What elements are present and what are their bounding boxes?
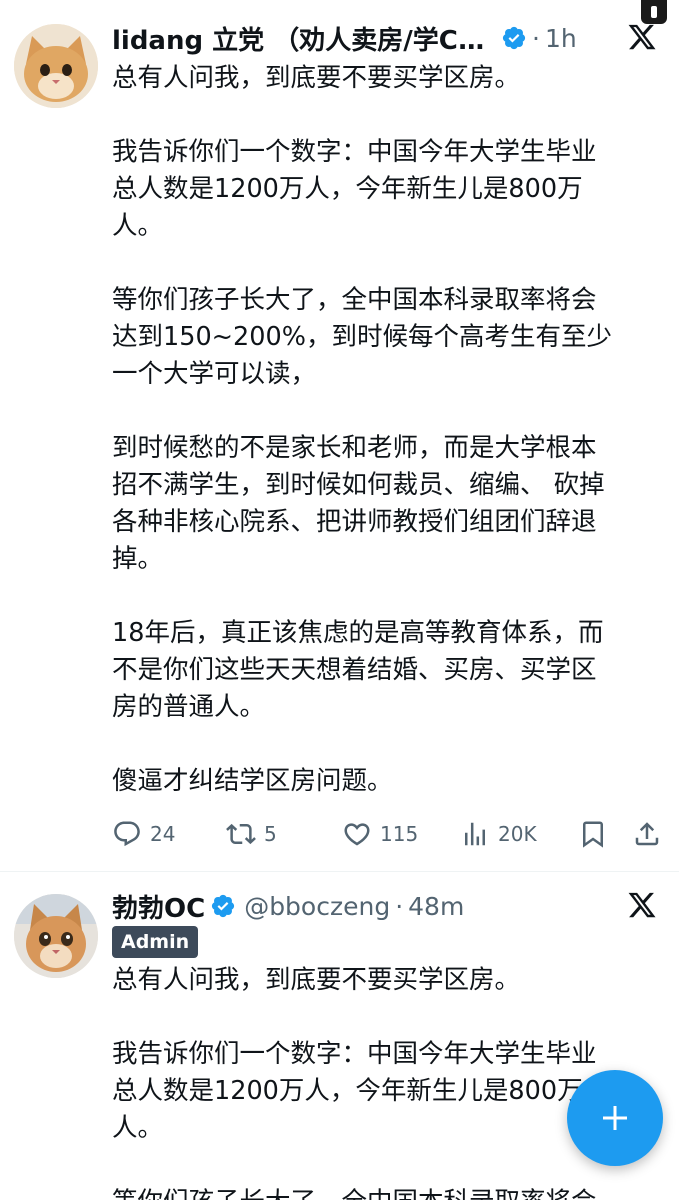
tweet-header: lidang 立党 （劝人卖房/学CS... · 1h — [112, 20, 669, 56]
separator-dot: · — [395, 891, 404, 921]
tweet-text: 总有人问我，到底要不要买学区房。 我告诉你们一个数字：中国今年大学生毕业 总人数… — [112, 60, 652, 800]
paragraph: 傻逼才纠结学区房问题。 — [112, 766, 393, 796]
author-display-name[interactable]: 勃勃OC — [112, 888, 205, 925]
tweet-header: 勃勃OC @bboczeng · 48m — [112, 888, 669, 924]
admin-badge: Admin — [112, 926, 199, 958]
author-avatar[interactable] — [14, 894, 98, 978]
views-icon — [465, 822, 485, 846]
author-display-name[interactable]: lidang 立党 （劝人卖房/学CS... — [112, 20, 496, 57]
author-avatar[interactable] — [14, 24, 98, 108]
share-icon — [635, 822, 659, 846]
paragraph: 等你们孩子长大了，全中国本科录取率将会 达到150~200%，到时候每个高考生有… — [112, 285, 612, 389]
like-button[interactable]: 115 — [342, 814, 418, 854]
retweet-icon — [226, 823, 256, 845]
plus-icon — [603, 1106, 627, 1130]
compose-button[interactable] — [567, 1070, 663, 1166]
x-logo-icon — [628, 892, 656, 918]
share-button[interactable] — [632, 814, 662, 854]
paragraph: 总有人问我，到底要不要买学区房。 — [112, 965, 521, 995]
like-count: 115 — [380, 822, 419, 846]
paragraph: 18年后，真正该焦虑的是高等教育体系，而 不是你们这些天天想着结婚、买房、买学区… — [112, 618, 604, 722]
tweet-1[interactable]: lidang 立党 （劝人卖房/学CS... · 1h 总有人问我，到底要不要买… — [0, 0, 679, 872]
views-button[interactable]: 20K — [460, 814, 537, 854]
paragraph: 等你们孩子长大了，全中国本科录取率将会 — [112, 1184, 652, 1200]
paragraph: 总有人问我，到底要不要买学区房。 — [112, 63, 521, 93]
heart-icon — [344, 823, 370, 846]
retweet-count: 5 — [264, 822, 277, 846]
tweet-timestamp[interactable]: 48m — [408, 892, 464, 921]
tweet-actions: 24 5 115 20K — [112, 814, 668, 854]
bookmark-button[interactable] — [578, 814, 608, 854]
reply-count: 24 — [150, 822, 176, 846]
bookmark-icon — [583, 821, 603, 848]
reply-icon — [114, 821, 140, 847]
verified-badge-icon — [212, 894, 235, 918]
view-count: 20K — [498, 822, 537, 846]
x-logo-icon — [628, 24, 656, 50]
tweet-text: 总有人问我，到底要不要买学区房。 我告诉你们一个数字：中国今年大学生毕业 总人数… — [112, 962, 652, 1200]
separator-dot: · — [532, 23, 540, 53]
reply-button[interactable]: 24 — [112, 814, 175, 854]
tweet-timestamp[interactable]: 1h — [545, 24, 577, 53]
verified-badge-icon — [502, 26, 526, 50]
paragraph: 到时候愁的不是家长和老师，而是大学根本 招不满学生，到时候如何裁员、缩编、 砍掉… — [112, 433, 605, 574]
paragraph: 我告诉你们一个数字：中国今年大学生毕业 总人数是1200万人，今年新生儿是800… — [112, 137, 597, 241]
author-handle[interactable]: @bboczeng — [244, 892, 390, 921]
retweet-button[interactable]: 5 — [226, 814, 277, 854]
